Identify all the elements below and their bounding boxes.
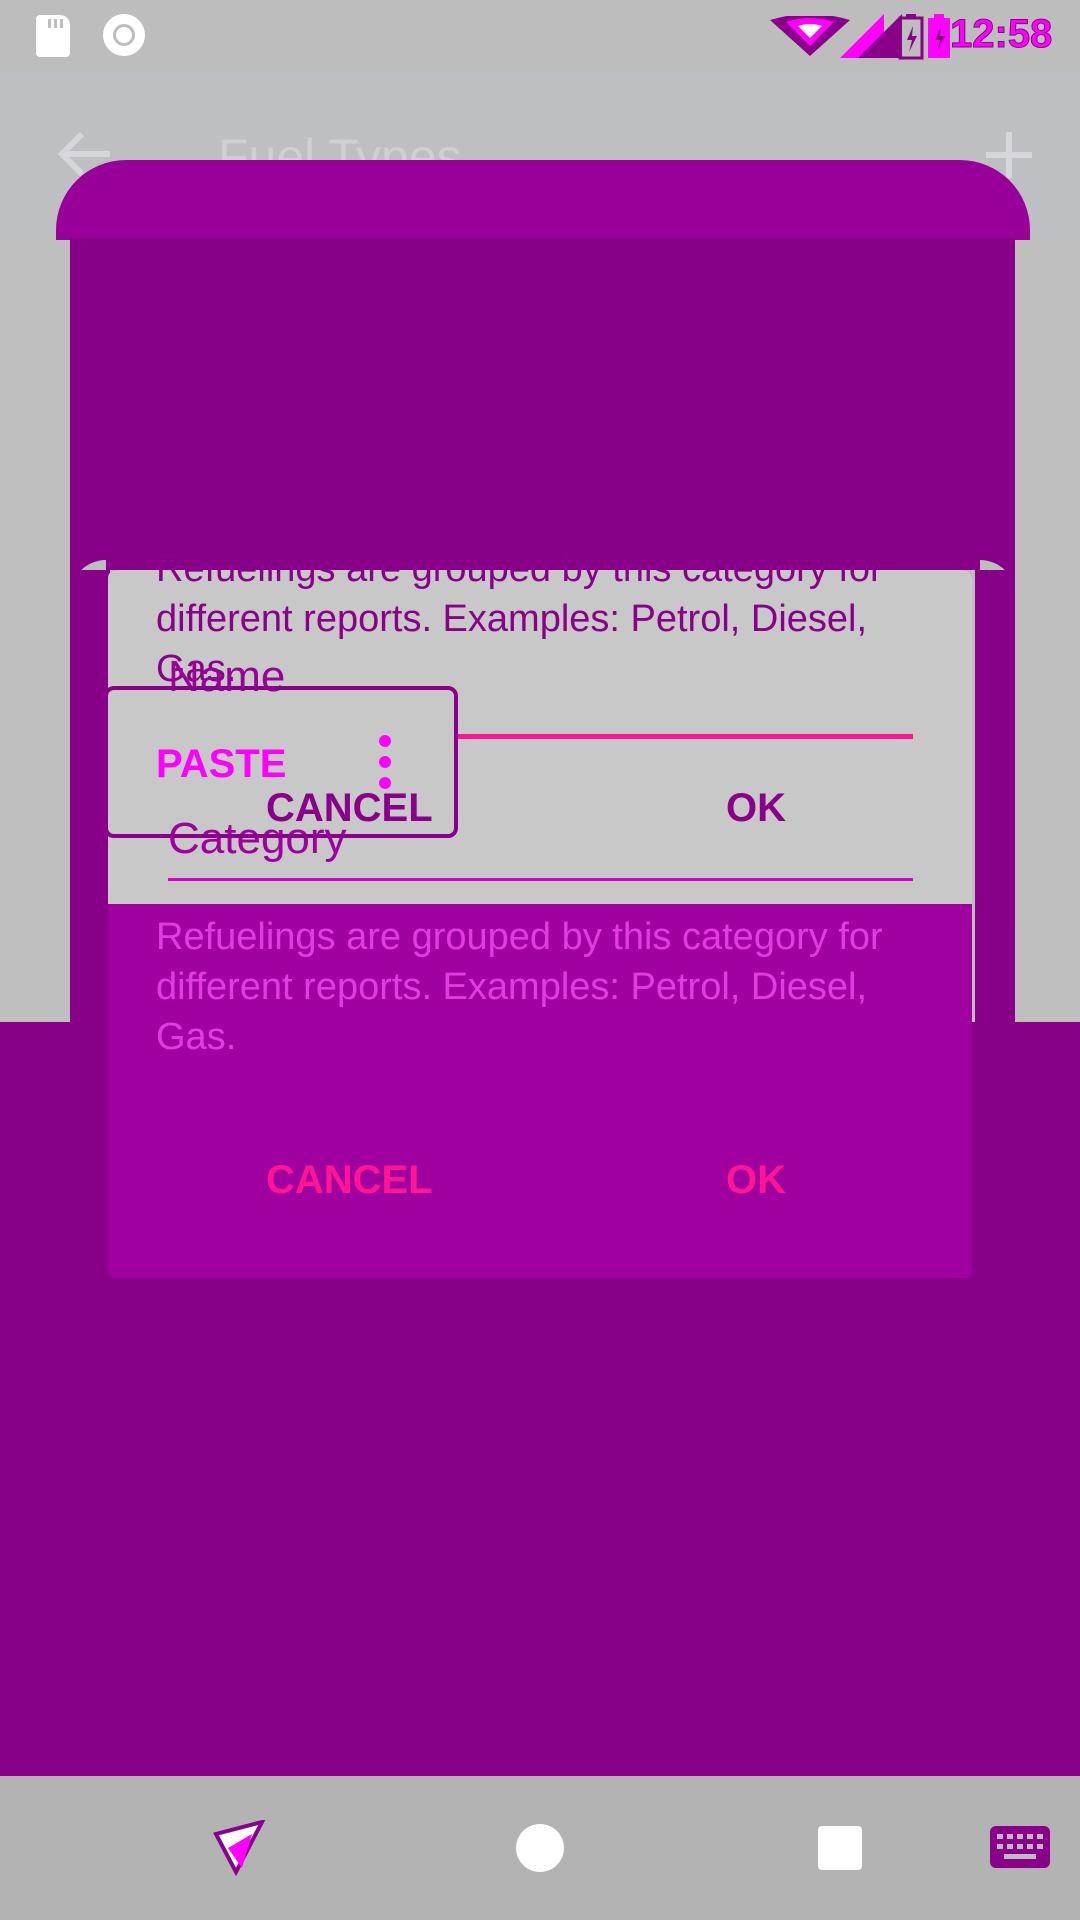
screen: 12:58 Fuel Types Refuelings are grouped …	[0, 0, 1080, 1920]
dialog-description: Refuelings are grouped by this category …	[156, 916, 883, 1058]
status-bar: 12:58	[0, 0, 1080, 72]
glitch-right-strip	[975, 570, 1015, 1022]
glitch-panel-upper	[70, 238, 1015, 570]
battery-icon	[898, 14, 950, 60]
paste-button[interactable]: PASTE	[156, 742, 286, 787]
cancel-button[interactable]: CANCEL	[266, 1158, 433, 1203]
ok-button-ghost: OK	[726, 786, 786, 830]
home-icon[interactable]	[516, 1824, 564, 1872]
sd-card-icon	[36, 15, 70, 57]
wifi-icon	[770, 16, 850, 56]
category-input[interactable]	[168, 878, 913, 881]
ring-icon	[103, 14, 145, 56]
status-clock: 12:58	[950, 12, 1053, 57]
glitch-panel-top	[56, 160, 1030, 240]
keyboard-icon[interactable]	[990, 1826, 1050, 1868]
signal-icon	[840, 14, 902, 58]
recents-icon[interactable]	[818, 1826, 862, 1870]
ok-button[interactable]: OK	[726, 1158, 786, 1203]
name-input[interactable]	[455, 734, 913, 739]
more-vert-icon[interactable]	[372, 735, 398, 789]
back-icon[interactable]	[212, 1820, 268, 1876]
